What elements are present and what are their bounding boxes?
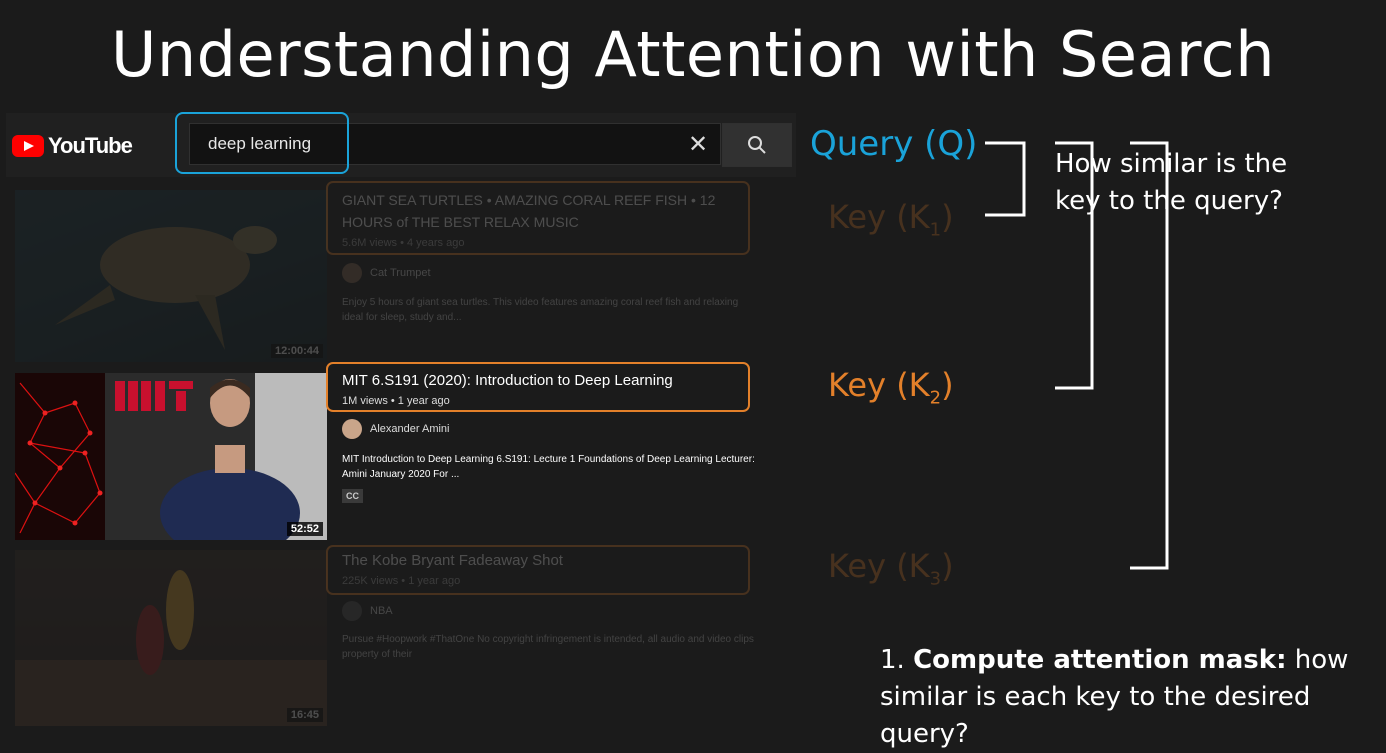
step-description: 1. Compute attention mask: how similar i… <box>880 642 1386 753</box>
step-text: how <box>1294 645 1349 675</box>
similarity-brackets <box>985 141 1169 570</box>
step-description-line1: 1. Compute attention mask: how <box>880 642 1386 679</box>
step-number: 1. <box>880 645 905 675</box>
step-heading: Compute attention mask: <box>913 645 1287 675</box>
similarity-question-line2: key to the query? <box>1055 186 1283 216</box>
similarity-question: How similar is the key to the query? <box>1055 146 1287 220</box>
similarity-question-line1: How similar is the <box>1055 149 1288 179</box>
step-description-line2: similar is each key to the desired query… <box>880 682 1311 749</box>
